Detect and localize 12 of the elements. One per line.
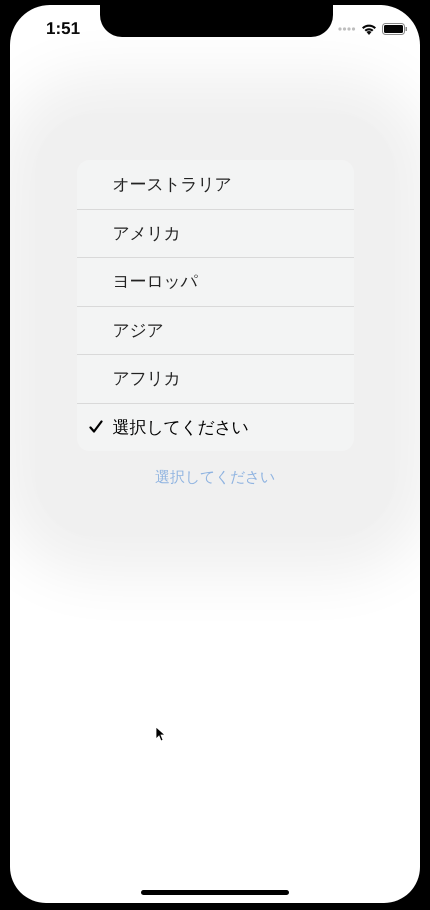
menu-item[interactable]: アメリカ	[76, 208, 354, 257]
wifi-icon	[361, 23, 377, 35]
menu-item[interactable]: オーストラリア	[76, 160, 354, 208]
signal-icon	[338, 27, 356, 31]
menu-item[interactable]: ヨーロッパ	[76, 257, 354, 306]
menu-item[interactable]: アフリカ	[76, 354, 354, 402]
battery-icon	[382, 23, 408, 35]
menu-item[interactable]: 選択してください	[76, 402, 354, 451]
status-time: 1:51	[46, 18, 80, 40]
cursor-icon	[155, 726, 165, 742]
checkmark-icon	[88, 420, 102, 434]
menu-item[interactable]: アジア	[76, 306, 354, 354]
